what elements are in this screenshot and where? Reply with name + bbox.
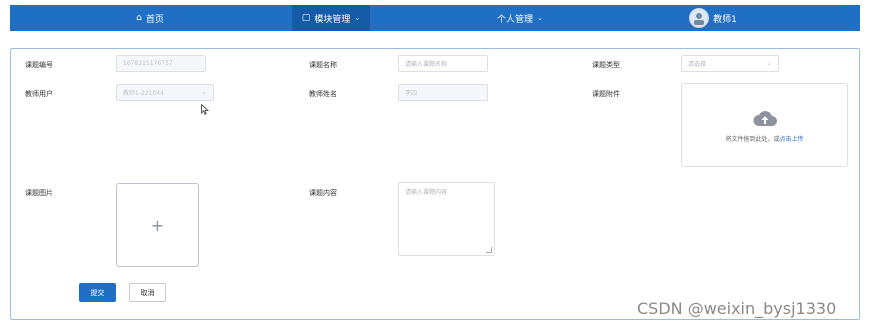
form-panel: 课题编号 1678215176737 课题名称 请输入课题名称 课题类型 请选择…: [10, 48, 860, 320]
course-no-value: 1678215176737: [123, 60, 173, 67]
course-name-placeholder: 请输入课题名称: [405, 61, 448, 68]
teacher-name-field: 李四: [398, 84, 488, 101]
course-name-label: 课题名称: [309, 61, 337, 69]
teacher-name-label: 教师姓名: [309, 90, 337, 98]
nav-home-label: 首页: [145, 14, 164, 25]
course-no-label: 课题编号: [25, 61, 53, 69]
content-placeholder: 请输入课题内容: [405, 189, 448, 196]
nav-home[interactable]: ⌂ 首页: [100, 5, 200, 31]
attachment-upload-dropzone[interactable]: 将文件拖到此处，或点击上传: [681, 83, 848, 167]
top-nav: ⌂ 首页 ▢ 模块管理 ⌄ 个人管理 ⌄ 教师1: [10, 5, 860, 31]
teacher-user-select: 教师1-221044 ⌄: [116, 84, 214, 101]
cancel-button[interactable]: 取消: [129, 283, 166, 302]
watermark-text: CSDN @weixin_bysj1330: [637, 299, 837, 318]
picture-label: 课题图片: [25, 189, 53, 197]
upload-hint: 将文件拖到此处，或: [725, 135, 780, 143]
upload-text: 将文件拖到此处，或点击上传: [725, 134, 803, 143]
chevron-down-icon: ⌄: [537, 14, 543, 22]
resize-handle-icon[interactable]: [486, 247, 492, 253]
upload-link[interactable]: 点击上传: [780, 136, 804, 143]
plus-icon: +: [150, 215, 165, 235]
teacher-name-value: 李四: [405, 90, 418, 97]
nav-module-label: 模块管理: [314, 14, 351, 25]
avatar: [689, 8, 710, 28]
content-textarea[interactable]: 请输入课题内容: [398, 182, 495, 256]
nav-user-name: 教师1: [713, 14, 737, 25]
content-label: 课题内容: [309, 189, 337, 197]
attachment-label: 课题附件: [592, 90, 620, 98]
teacher-user-value: 教师1-221044: [123, 90, 164, 97]
nav-personal-label: 个人管理: [497, 14, 534, 25]
course-type-placeholder: 请选择: [688, 61, 707, 68]
chevron-down-icon: ⌄: [766, 59, 772, 67]
picture-upload-box[interactable]: +: [116, 183, 199, 267]
nav-user-menu[interactable]: 教师1: [678, 5, 748, 31]
submit-button[interactable]: 提交: [79, 283, 116, 302]
course-no-field: 1678215176737: [116, 55, 206, 72]
course-type-select[interactable]: 请选择 ⌄: [681, 55, 779, 72]
nav-personal-management[interactable]: 个人管理 ⌄: [480, 5, 560, 31]
mouse-cursor-icon: [201, 104, 209, 115]
cloud-upload-icon: [753, 110, 777, 126]
teacher-user-label: 教师用户: [25, 90, 53, 98]
chevron-down-icon: ⌄: [354, 14, 361, 22]
course-name-input[interactable]: 请输入课题名称: [398, 55, 488, 72]
course-type-label: 课题类型: [592, 61, 620, 69]
nav-module-management[interactable]: ▢ 模块管理 ⌄: [292, 5, 370, 31]
document-icon: ▢: [301, 13, 311, 23]
chevron-down-icon: ⌄: [201, 88, 207, 96]
home-icon: ⌂: [136, 13, 142, 23]
avatar-image: [694, 13, 705, 25]
